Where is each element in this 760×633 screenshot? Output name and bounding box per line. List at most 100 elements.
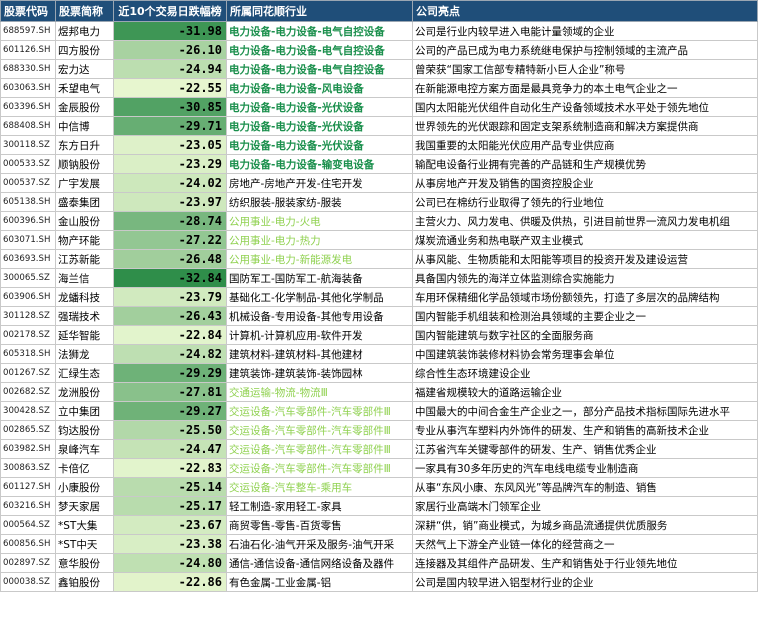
stock-name-cell[interactable]: 宏力达 <box>55 59 114 79</box>
change-cell[interactable]: -24.82 <box>113 344 227 364</box>
stock-code-cell[interactable]: 000537.SZ <box>0 173 56 193</box>
stock-code-cell[interactable]: 603216.SH <box>0 496 56 516</box>
change-cell[interactable]: -27.81 <box>113 382 227 402</box>
stock-name-cell[interactable]: 广宇发展 <box>55 173 114 193</box>
table-row[interactable]: 600396.SH 金山股份 -28.74 公用事业-电力-火电 主营火力、风力发电、供… <box>0 211 758 231</box>
change-cell[interactable]: -29.71 <box>113 116 227 136</box>
change-cell[interactable]: -24.80 <box>113 553 227 573</box>
change-cell[interactable]: -23.29 <box>113 154 227 174</box>
table-row[interactable]: 603396.SH 金辰股份 -30.85 电力设备-电力设备-光伏设备 国内太阳能光伏… <box>0 97 758 117</box>
stock-name-cell[interactable]: 龙洲股份 <box>55 382 114 402</box>
highlight-cell[interactable]: 家居行业高端木门领军企业 <box>412 496 758 516</box>
stock-name-cell[interactable]: 钧达股份 <box>55 420 114 440</box>
table-row[interactable]: 002178.SZ 延华智能 -22.84 计算机-计算机应用-软件开发 国内智能建筑与… <box>0 325 758 345</box>
industry-cell[interactable]: 电力设备-电力设备-电气自控设备 <box>226 59 413 79</box>
highlight-cell[interactable]: 主营火力、风力发电、供暖及供热，引进目前世界一流风力发电机组 <box>412 211 758 231</box>
stock-code-cell[interactable]: 603396.SH <box>0 97 56 117</box>
industry-cell[interactable]: 建筑材料-建筑材料-其他建材 <box>226 344 413 364</box>
stock-code-cell[interactable]: 000533.SZ <box>0 154 56 174</box>
table-row[interactable]: 000533.SZ 顺钠股份 -23.29 电力设备-电力设备-输变电设备 输配电设备行… <box>0 154 758 174</box>
change-cell[interactable]: -22.83 <box>113 458 227 478</box>
highlight-cell[interactable]: 深耕“供，销”商业模式，为城乡商品流通提供优质服务 <box>412 515 758 535</box>
stock-name-cell[interactable]: 顺钠股份 <box>55 154 114 174</box>
stock-code-cell[interactable]: 300118.SZ <box>0 135 56 155</box>
change-cell[interactable]: -27.22 <box>113 230 227 250</box>
highlight-cell[interactable]: 连接器及其组件产品研发、生产和销售处于行业领先地位 <box>412 553 758 573</box>
change-cell[interactable]: -22.86 <box>113 572 227 592</box>
stock-name-cell[interactable]: 四方股份 <box>55 40 114 60</box>
industry-cell[interactable]: 纺织服装-服装家纺-服装 <box>226 192 413 212</box>
industry-cell[interactable]: 机械设备-专用设备-其他专用设备 <box>226 306 413 326</box>
stock-name-cell[interactable]: 金辰股份 <box>55 97 114 117</box>
stock-name-cell[interactable]: 盛泰集团 <box>55 192 114 212</box>
change-cell[interactable]: -29.29 <box>113 363 227 383</box>
change-cell[interactable]: -23.05 <box>113 135 227 155</box>
stock-name-cell[interactable]: 立中集团 <box>55 401 114 421</box>
table-row[interactable]: 000038.SZ 鑫铂股份 -22.86 有色金属-工业金属-铝 公司是国内较早进入铝… <box>0 572 758 592</box>
table-row[interactable]: 603216.SH 梦天家居 -25.17 轻工制造-家用轻工-家具 家居行业高端木门领… <box>0 496 758 516</box>
table-row[interactable]: 600856.SH *ST中天 -23.38 石油石化-油气开采及服务-油气开采 天然气… <box>0 534 758 554</box>
stock-code-cell[interactable]: 002682.SZ <box>0 382 56 402</box>
industry-cell[interactable]: 建筑装饰-建筑装饰-装饰园林 <box>226 363 413 383</box>
highlight-cell[interactable]: 从事风能、生物质能和太阳能等项目的投资开发及建设运营 <box>412 249 758 269</box>
header-code[interactable]: 股票代码 <box>0 0 56 22</box>
table-row[interactable]: 001267.SZ 汇绿生态 -29.29 建筑装饰-建筑装饰-装饰园林 综合性生态环境… <box>0 363 758 383</box>
highlight-cell[interactable]: 公司是行业内较早进入电能计量领域的企业 <box>412 21 758 41</box>
table-row[interactable]: 300065.SZ 海兰信 -32.84 国防军工-国防军工-航海装备 具备国内领先的海… <box>0 268 758 288</box>
table-row[interactable]: 301128.SZ 强瑞技术 -26.43 机械设备-专用设备-其他专用设备 国内智能手… <box>0 306 758 326</box>
stock-code-cell[interactable]: 601126.SH <box>0 40 56 60</box>
stock-name-cell[interactable]: 梦天家居 <box>55 496 114 516</box>
highlight-cell[interactable]: 公司的产品已成为电力系统继电保护与控制领域的主流产品 <box>412 40 758 60</box>
highlight-cell[interactable]: 福建省规模较大的道路运输企业 <box>412 382 758 402</box>
change-cell[interactable]: -30.85 <box>113 97 227 117</box>
industry-cell[interactable]: 基础化工-化学制品-其他化学制品 <box>226 287 413 307</box>
change-cell[interactable]: -31.98 <box>113 21 227 41</box>
stock-code-cell[interactable]: 301128.SZ <box>0 306 56 326</box>
stock-name-cell[interactable]: 龙蟠科技 <box>55 287 114 307</box>
industry-cell[interactable]: 公用事业-电力-火电 <box>226 211 413 231</box>
stock-name-cell[interactable]: 汇绿生态 <box>55 363 114 383</box>
table-row[interactable]: 603063.SH 禾望电气 -22.55 电力设备-电力设备-风电设备 在新能源电控方… <box>0 78 758 98</box>
stock-code-cell[interactable]: 002178.SZ <box>0 325 56 345</box>
industry-cell[interactable]: 公用事业-电力-新能源发电 <box>226 249 413 269</box>
header-change[interactable]: 近10个交易日跌幅榜 <box>113 0 227 22</box>
change-cell[interactable]: -22.84 <box>113 325 227 345</box>
table-row[interactable]: 300118.SZ 东方日升 -23.05 电力设备-电力设备-光伏设备 我国重要的太阳… <box>0 135 758 155</box>
change-cell[interactable]: -23.38 <box>113 534 227 554</box>
stock-code-cell[interactable]: 603063.SH <box>0 78 56 98</box>
industry-cell[interactable]: 交运设备-汽车零部件-汽车零部件Ⅲ <box>226 439 413 459</box>
industry-cell[interactable]: 交运设备-汽车零部件-汽车零部件Ⅲ <box>226 420 413 440</box>
highlight-cell[interactable]: 综合性生态环境建设企业 <box>412 363 758 383</box>
change-cell[interactable]: -29.27 <box>113 401 227 421</box>
industry-cell[interactable]: 房地产-房地产开发-住宅开发 <box>226 173 413 193</box>
stock-code-cell[interactable]: 603071.SH <box>0 230 56 250</box>
industry-cell[interactable]: 有色金属-工业金属-铝 <box>226 572 413 592</box>
highlight-cell[interactable]: 天然气上下游全产业链一体化的经营商之一 <box>412 534 758 554</box>
industry-cell[interactable]: 交运设备-汽车整车-乘用车 <box>226 477 413 497</box>
highlight-cell[interactable]: 我国重要的太阳能光伏应用产品专业供应商 <box>412 135 758 155</box>
table-row[interactable]: 002897.SZ 意华股份 -24.80 通信-通信设备-通信网络设备及器件 连接器及… <box>0 553 758 573</box>
stock-name-cell[interactable]: 鑫铂股份 <box>55 572 114 592</box>
highlight-cell[interactable]: 一家具有30多年历史的汽车电线电缆专业制造商 <box>412 458 758 478</box>
stock-code-cell[interactable]: 600396.SH <box>0 211 56 231</box>
change-cell[interactable]: -25.17 <box>113 496 227 516</box>
header-highlight[interactable]: 公司亮点 <box>412 0 758 22</box>
change-cell[interactable]: -23.79 <box>113 287 227 307</box>
stock-code-cell[interactable]: 688408.SH <box>0 116 56 136</box>
stock-code-cell[interactable]: 002865.SZ <box>0 420 56 440</box>
highlight-cell[interactable]: 国内智能手机组装和检测治具领域的主要企业之一 <box>412 306 758 326</box>
table-row[interactable]: 603693.SH 江苏新能 -26.48 公用事业-电力-新能源发电 从事风能、生物质… <box>0 249 758 269</box>
change-cell[interactable]: -23.97 <box>113 192 227 212</box>
table-row[interactable]: 000564.SZ *ST大集 -23.67 商贸零售-零售-百货零售 深耕“供，销”商… <box>0 515 758 535</box>
highlight-cell[interactable]: 国内智能建筑与数字社区的全面服务商 <box>412 325 758 345</box>
change-cell[interactable]: -26.43 <box>113 306 227 326</box>
stock-code-cell[interactable]: 300065.SZ <box>0 268 56 288</box>
stock-code-cell[interactable]: 603982.SH <box>0 439 56 459</box>
table-row[interactable]: 605138.SH 盛泰集团 -23.97 纺织服装-服装家纺-服装 公司已在棉纺行业取… <box>0 192 758 212</box>
highlight-cell[interactable]: 公司已在棉纺行业取得了领先的行业地位 <box>412 192 758 212</box>
industry-cell[interactable]: 交运设备-汽车零部件-汽车零部件Ⅲ <box>226 401 413 421</box>
industry-cell[interactable]: 商贸零售-零售-百货零售 <box>226 515 413 535</box>
table-row[interactable]: 603071.SH 物产环能 -27.22 公用事业-电力-热力 煤炭流通业务和热电联产… <box>0 230 758 250</box>
change-cell[interactable]: -24.94 <box>113 59 227 79</box>
table-row[interactable]: 688597.SH 煜邦电力 -31.98 电力设备-电力设备-电气自控设备 公司是行业… <box>0 21 758 41</box>
